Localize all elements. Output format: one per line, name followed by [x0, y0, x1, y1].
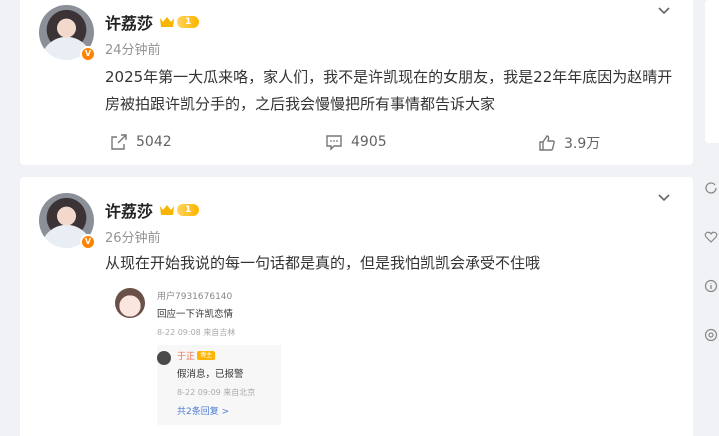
- post-actions: 5042 4905 3.9万: [20, 133, 693, 157]
- post-text: 从现在开始我说的每一句话都是真的，但是我怕凯凯会承受不住哦: [105, 254, 541, 272]
- like-icon: [539, 135, 555, 151]
- crown-icon: 1: [159, 203, 200, 217]
- like-button[interactable]: 3.9万: [538, 133, 600, 153]
- author-avatar[interactable]: V: [39, 5, 96, 62]
- crown-icon: 1: [159, 15, 200, 29]
- author-tag: 博主: [197, 351, 216, 360]
- heart-icon[interactable]: [704, 230, 718, 244]
- level-badge: 1: [177, 16, 200, 28]
- post-text: 2025年第一大瓜来咯，家人们，我不是许凯现在的女朋友，我是22年年底因为赵晴开…: [105, 68, 673, 113]
- more-replies-link: 共2条回复 >: [177, 407, 230, 417]
- author-name-text[interactable]: 许荔莎: [105, 10, 153, 34]
- chevron-down-icon[interactable]: [657, 4, 671, 18]
- repost-count: 5042: [136, 134, 172, 150]
- like-count: 3.9万: [564, 136, 601, 152]
- settings-icon[interactable]: [704, 328, 718, 342]
- replier-name: 于正 博主: [177, 349, 216, 362]
- level-badge: 1: [177, 204, 200, 216]
- author-name-text[interactable]: 许荔莎: [105, 198, 153, 222]
- commenter-avatar: [115, 288, 145, 318]
- embedded-screenshot[interactable]: 用户7931676140 回应一下许凯恋情 8-22 09:08 来自吉林 于正…: [105, 285, 281, 425]
- reply-box: 于正 博主 假消息，已报警 8-22 09:09 来自北京 共2条回复 >: [157, 345, 281, 425]
- post-time[interactable]: 26分钟前: [105, 227, 161, 246]
- reply-message: 假消息，已报警: [177, 369, 244, 380]
- author-name[interactable]: 许荔莎 1: [105, 10, 200, 34]
- verified-icon: V: [80, 46, 96, 62]
- author-name[interactable]: 许荔莎 1: [105, 198, 200, 222]
- post-time[interactable]: 24分钟前: [105, 39, 161, 58]
- repost-icon: [111, 134, 127, 150]
- verified-icon: V: [80, 234, 96, 250]
- replier-avatar: [157, 351, 171, 365]
- comment-meta: 8-22 09:08 来自吉林: [157, 328, 236, 337]
- comment-icon: [326, 135, 342, 151]
- repost-button[interactable]: 5042: [110, 133, 172, 151]
- author-avatar[interactable]: V: [39, 193, 96, 250]
- refresh-icon[interactable]: [704, 180, 718, 194]
- reply-meta: 8-22 09:09 来自北京: [177, 388, 256, 397]
- post-card: V 许荔莎 1 24分钟前 2025年第一大瓜来咯，家人们，我不是许凯现在的女朋…: [20, 0, 693, 165]
- comment-count: 4905: [351, 134, 387, 150]
- chevron-down-icon[interactable]: [657, 191, 671, 205]
- replier-name-text: 于正: [177, 352, 196, 362]
- commenter-name: 用户7931676140: [157, 292, 233, 302]
- info-icon[interactable]: [704, 279, 718, 293]
- sidebar-card: [705, 0, 719, 143]
- comment-button[interactable]: 4905: [325, 133, 387, 151]
- post-card: V 许荔莎 1 26分钟前 从现在开始我说的每一句话都是真的，但是我怕凯凯会承受…: [20, 177, 693, 436]
- comment-message: 回应一下许凯恋情: [157, 309, 234, 320]
